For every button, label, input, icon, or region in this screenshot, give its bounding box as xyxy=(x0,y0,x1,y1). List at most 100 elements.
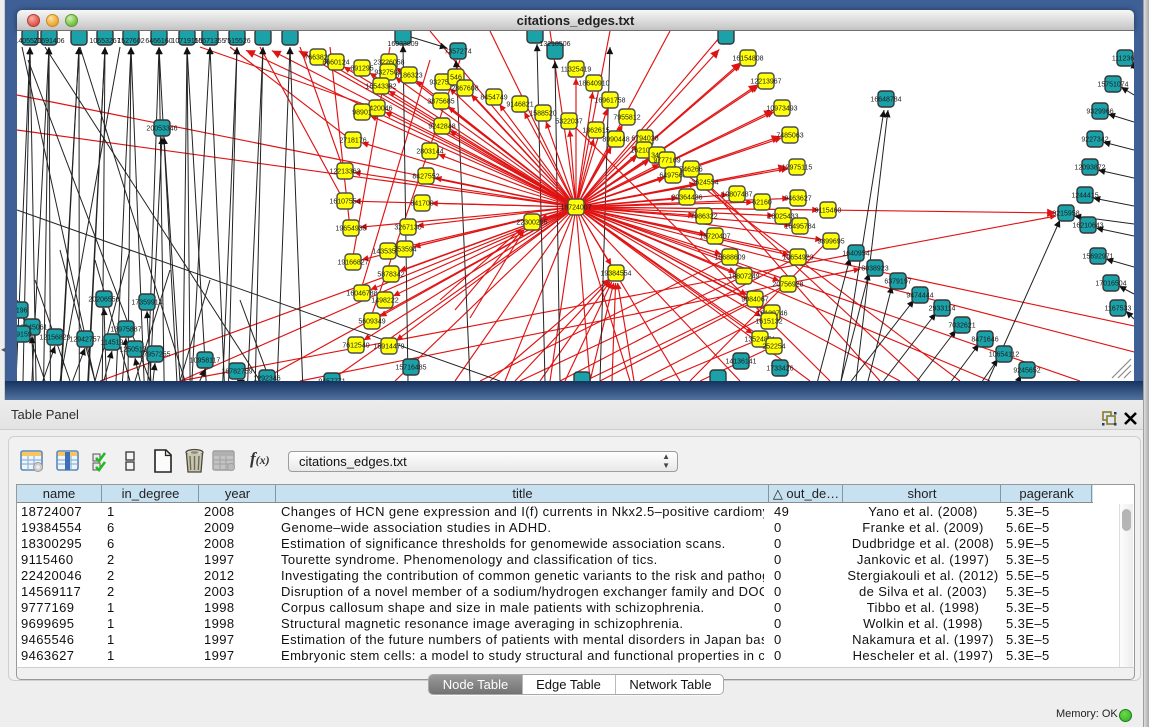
svg-text:753594: 753594 xyxy=(393,247,416,254)
svg-text:15692971: 15692971 xyxy=(1082,254,1113,261)
svg-text:9245652: 9245652 xyxy=(1013,368,1040,375)
svg-text:19654923: 19654923 xyxy=(782,255,813,262)
svg-text:9463627: 9463627 xyxy=(784,196,811,203)
svg-text:10688609: 10688609 xyxy=(714,255,745,262)
svg-text:1527602: 1527602 xyxy=(117,38,144,45)
svg-text:7485063: 7485063 xyxy=(776,133,803,140)
svg-text:1167533: 1167533 xyxy=(1105,306,1132,313)
svg-text:1498222: 1498222 xyxy=(371,298,398,305)
svg-text:15751074: 15751074 xyxy=(1097,82,1128,89)
svg-text:8471646: 8471646 xyxy=(971,337,998,344)
svg-text:1196: 1196 xyxy=(17,308,28,315)
svg-text:891295: 891295 xyxy=(350,66,373,73)
svg-text:8990448: 8990448 xyxy=(602,137,629,144)
svg-text:746266: 746266 xyxy=(679,167,702,174)
svg-text:2933114: 2933114 xyxy=(929,306,956,313)
svg-text:20691406: 20691406 xyxy=(33,38,64,45)
svg-text:252254: 252254 xyxy=(762,344,785,351)
svg-text:16046788: 16046788 xyxy=(346,291,377,298)
svg-text:18807249: 18807249 xyxy=(728,274,759,281)
svg-text:2718176: 2718176 xyxy=(339,138,366,145)
svg-text:16154808: 16154808 xyxy=(732,56,763,63)
svg-text:98901: 98901 xyxy=(352,110,372,117)
svg-text:20756928: 20756928 xyxy=(772,282,803,289)
svg-text:8427552: 8427552 xyxy=(412,174,439,181)
svg-text:1362615: 1362615 xyxy=(582,128,609,135)
svg-text:16671355: 16671355 xyxy=(194,38,225,45)
svg-text:1244415: 1244415 xyxy=(1071,193,1098,200)
svg-text:3624554: 3624554 xyxy=(691,180,718,187)
svg-text:20053346: 20053346 xyxy=(146,126,177,133)
svg-text:14136141: 14136141 xyxy=(725,359,756,366)
svg-text:12213363: 12213363 xyxy=(329,169,360,176)
svg-text:11325419: 11325419 xyxy=(561,67,592,74)
svg-text:22300295: 22300295 xyxy=(516,220,547,227)
svg-text:18724007: 18724007 xyxy=(560,205,591,212)
svg-text:1640954: 1640954 xyxy=(842,251,869,258)
svg-text:17016504: 17016504 xyxy=(1095,281,1126,288)
svg-text:10958117: 10958117 xyxy=(190,358,221,365)
svg-text:16543382: 16543382 xyxy=(365,84,396,91)
svg-text:18640910: 18640910 xyxy=(578,81,609,88)
svg-text:6466160: 6466160 xyxy=(145,38,172,45)
svg-text:3215958: 3215958 xyxy=(1052,211,1079,218)
svg-text:2867608: 2867608 xyxy=(451,86,478,93)
svg-text:9457771: 9457771 xyxy=(318,379,345,382)
svg-text:3875685: 3875685 xyxy=(427,99,454,106)
svg-text:17359914: 17359914 xyxy=(131,300,162,307)
svg-text:5878342: 5878342 xyxy=(377,272,404,279)
svg-text:8938923: 8938923 xyxy=(861,266,888,273)
svg-text:9474444: 9474444 xyxy=(906,293,933,300)
svg-text:19166827: 19166827 xyxy=(337,260,368,267)
svg-text:12942757: 12942757 xyxy=(69,337,100,344)
svg-text:9329966: 9329966 xyxy=(1086,109,1113,116)
svg-text:16782759: 16782759 xyxy=(221,369,252,376)
svg-text:7357274: 7357274 xyxy=(444,49,471,56)
svg-text:17957255: 17957255 xyxy=(139,352,170,359)
svg-text:2087682: 2087682 xyxy=(712,31,739,32)
svg-text:7032621: 7032621 xyxy=(948,323,975,330)
svg-text:2803144: 2803144 xyxy=(416,149,443,156)
svg-text:8813054: 8813054 xyxy=(521,31,548,32)
svg-text:10654112: 10654112 xyxy=(989,352,1020,359)
svg-text:20206556: 20206556 xyxy=(88,297,119,304)
svg-text:6379197: 6379197 xyxy=(884,279,911,286)
svg-text:7515526: 7515526 xyxy=(223,38,250,45)
svg-text:12093872: 12093872 xyxy=(1074,165,1105,172)
svg-text:16961758: 16961758 xyxy=(594,98,625,105)
svg-text:8186323: 8186323 xyxy=(395,73,422,80)
svg-text:16495784: 16495784 xyxy=(784,224,815,231)
svg-text:8454749: 8454749 xyxy=(480,95,507,102)
svg-text:39159: 39159 xyxy=(17,332,32,339)
svg-text:15716485: 15716485 xyxy=(395,365,426,372)
svg-text:9115460: 9115460 xyxy=(815,208,842,215)
svg-text:13975887: 13975887 xyxy=(110,327,141,334)
svg-text:8660124: 8660124 xyxy=(322,60,349,67)
svg-text:841700: 841700 xyxy=(410,201,433,208)
svg-text:16914479: 16914479 xyxy=(373,344,404,351)
svg-text:5322037: 5322037 xyxy=(555,119,582,126)
svg-text:15720407: 15720407 xyxy=(699,234,730,241)
svg-text:10807487: 10807487 xyxy=(721,192,752,199)
svg-text:12975115: 12975115 xyxy=(782,165,813,172)
svg-text:5609349: 5609349 xyxy=(358,319,385,326)
svg-text:10653267: 10653267 xyxy=(89,38,120,45)
svg-text:1292346: 1292346 xyxy=(253,376,280,382)
svg-text:16033809: 16033809 xyxy=(387,41,418,48)
svg-text:9227342: 9227342 xyxy=(1081,137,1108,144)
svg-text:10973493: 10973493 xyxy=(766,106,797,113)
svg-text:1112368: 1112368 xyxy=(1112,56,1134,63)
svg-text:7986322: 7986322 xyxy=(690,214,717,221)
svg-text:12213967: 12213967 xyxy=(750,79,781,86)
svg-text:1588520: 1588520 xyxy=(529,111,556,118)
svg-text:20364436: 20364436 xyxy=(671,195,702,202)
svg-text:12156829: 12156829 xyxy=(39,335,70,342)
svg-text:62160: 62160 xyxy=(752,200,772,207)
svg-text:9146821: 9146821 xyxy=(506,102,533,109)
svg-text:1733426: 1733426 xyxy=(766,366,793,373)
svg-text:9899695: 9899695 xyxy=(817,239,844,246)
svg-text:7612540: 7612540 xyxy=(342,343,369,350)
svg-text:16107554: 16107554 xyxy=(329,199,360,206)
svg-text:16210643: 16210643 xyxy=(1072,223,1103,230)
svg-text:16648784: 16648784 xyxy=(870,97,901,104)
